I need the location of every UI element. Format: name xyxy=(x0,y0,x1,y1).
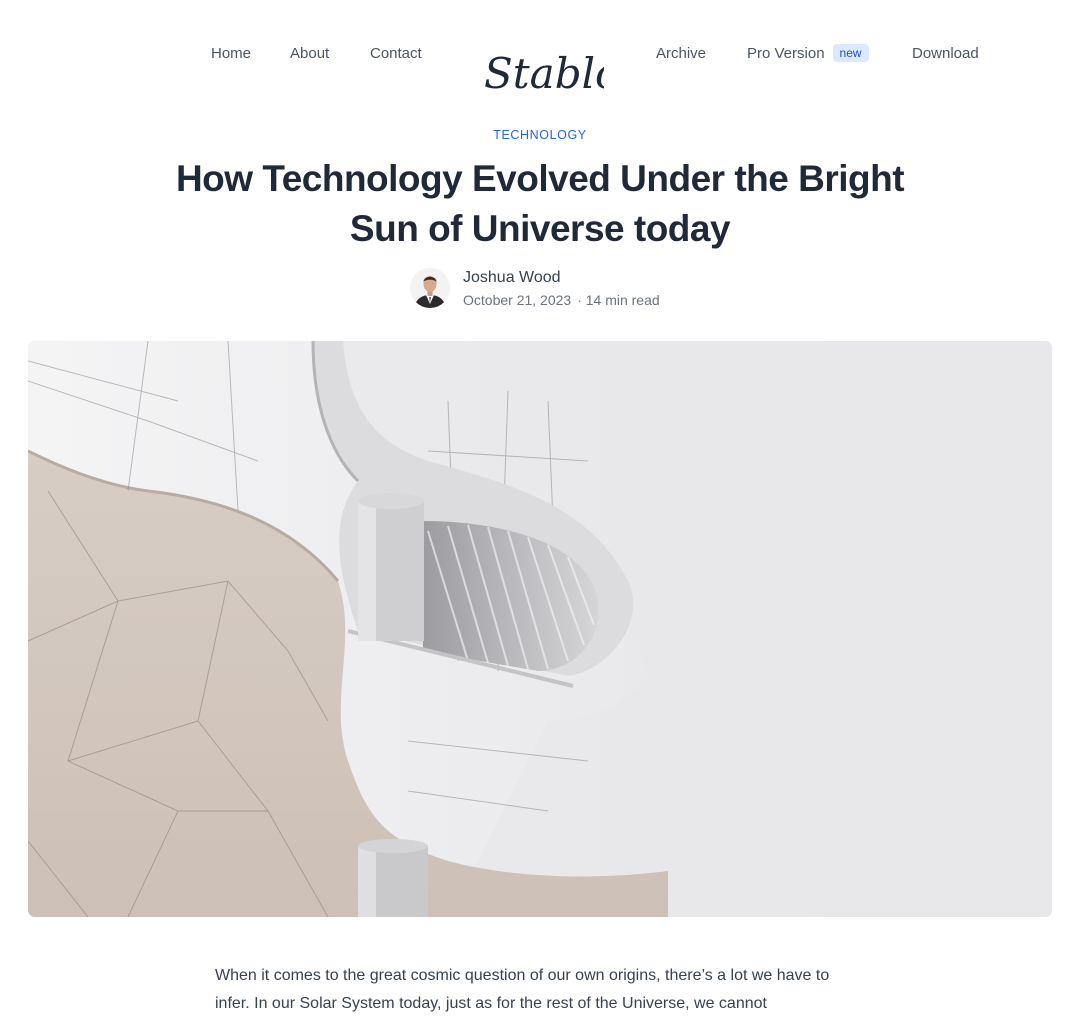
post-date: October 21, 2023 xyxy=(463,292,572,308)
author-name[interactable]: Joshua Wood xyxy=(463,268,561,288)
nav-pro-version-link[interactable]: Pro Version new xyxy=(747,44,869,64)
post-category-link[interactable]: TECHNOLOGY xyxy=(0,127,1080,143)
post-body-paragraph: When it comes to the great cosmic questi… xyxy=(215,967,830,1012)
post-title: How Technology Evolved Under the Bright … xyxy=(175,158,905,249)
nav-archive-link[interactable]: Archive xyxy=(656,44,706,64)
nav-about-link[interactable]: About xyxy=(290,44,329,64)
new-badge: new xyxy=(832,44,869,62)
hero-image xyxy=(28,341,1052,917)
hero-architecture-illustration xyxy=(28,341,1052,917)
site-logo[interactable]: Stablo xyxy=(480,44,620,100)
top-navigation: Home About Contact Stablo Archive Pro Ve… xyxy=(0,0,1080,108)
nav-contact-link[interactable]: Contact xyxy=(370,44,422,64)
logo-text: Stablo xyxy=(484,49,604,98)
author-avatar[interactable] xyxy=(410,268,450,308)
nav-download-link[interactable]: Download xyxy=(912,44,979,64)
nav-home-link[interactable]: Home xyxy=(211,44,251,64)
post-meta: October 21, 2023 · 14 min read xyxy=(463,291,664,309)
avatar-image xyxy=(410,268,450,308)
nav-pro-label: Pro Version xyxy=(747,45,825,62)
read-time: · 14 min read xyxy=(577,292,660,308)
stablo-logo-mark: Stablo xyxy=(484,49,620,98)
